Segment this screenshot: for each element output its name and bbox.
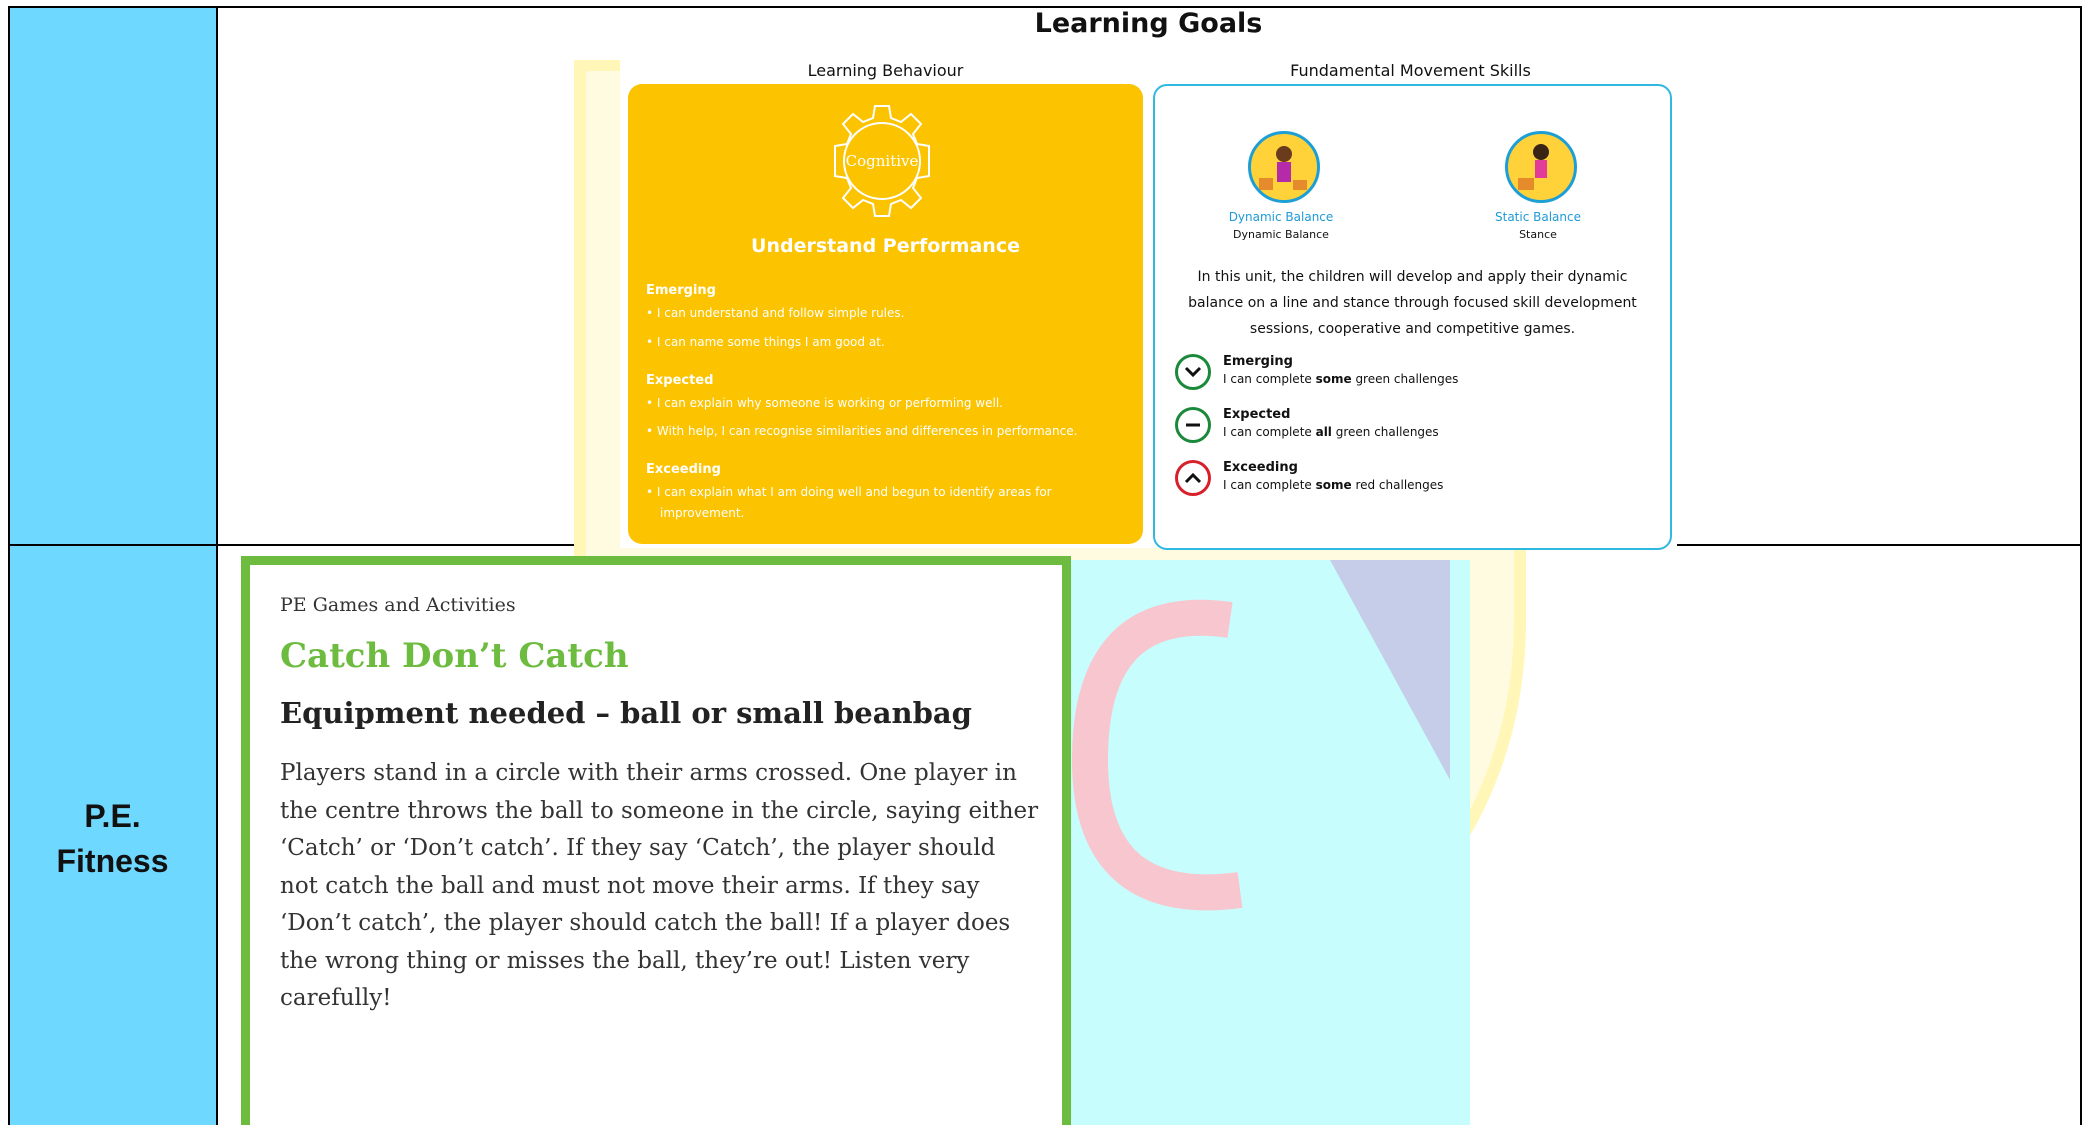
subject-line1: P.E.	[84, 798, 141, 834]
learning-goals-title: Learning Goals	[1034, 8, 1263, 39]
subject-label: P.E. Fitness	[10, 794, 215, 884]
chevron-up-icon	[1175, 460, 1211, 496]
activity-instructions: Players stand in a circle with their arm…	[280, 760, 1039, 1011]
level-text-expected: I can complete all green challenges	[1223, 425, 1439, 439]
behaviour-heading-exceeding: Exceeding	[646, 462, 721, 477]
learning-behaviour-header: Learning Behaviour	[807, 61, 964, 80]
learning-behaviour-card: Cognitive Understand Performance Emergin…	[628, 84, 1143, 544]
behaviour-item: I can explain why someone is working or …	[646, 393, 1003, 414]
subject-line2: Fitness	[56, 843, 169, 879]
static-balance-icon	[1505, 131, 1577, 203]
behaviour-heading-expected: Expected	[646, 373, 714, 388]
equipment-needed: Equipment needed – ball or small beanbag	[280, 696, 972, 730]
fms-description: In this unit, the children will develop …	[1188, 269, 1637, 337]
gear-label: Cognitive	[846, 152, 919, 170]
fms-card: Dynamic Balance Dynamic Balance Static B…	[1153, 84, 1672, 550]
dynamic-balance-sub: Dynamic Balance	[1233, 228, 1329, 241]
behaviour-item: With help, I can recognise similarities …	[646, 421, 1078, 442]
fms-header: Fundamental Movement Skills	[1290, 61, 1531, 80]
understand-performance-title: Understand Performance	[751, 235, 1020, 257]
level-text-emerging: I can complete some green challenges	[1223, 372, 1459, 386]
static-balance-label: Static Balance	[1495, 210, 1581, 224]
dynamic-balance-label: Dynamic Balance	[1228, 210, 1334, 224]
static-balance-sub: Stance	[1519, 228, 1557, 241]
table-border-col	[216, 6, 218, 1125]
dynamic-balance-icon	[1248, 131, 1320, 203]
pe-category: PE Games and Activities	[280, 594, 516, 616]
behaviour-heading-emerging: Emerging	[646, 283, 716, 298]
level-heading-exceeding: Exceeding	[1223, 460, 1298, 475]
behaviour-item: I can understand and follow simple rules…	[646, 303, 905, 324]
minus-icon	[1175, 407, 1211, 443]
chevron-down-icon	[1175, 354, 1211, 390]
level-heading-expected: Expected	[1223, 407, 1291, 422]
behaviour-item-continued: improvement.	[660, 506, 745, 520]
subject-cell-top	[10, 8, 217, 544]
level-text-exceeding: I can complete some red challenges	[1223, 478, 1444, 492]
cognitive-gear-icon: Cognitive	[834, 105, 930, 217]
behaviour-item: I can explain what I am doing well and b…	[646, 482, 1052, 503]
table-border-right	[2080, 6, 2082, 1125]
behaviour-item: I can name some things I am good at.	[646, 332, 885, 353]
table-border-left	[8, 6, 10, 1125]
level-heading-emerging: Emerging	[1223, 354, 1293, 369]
activity-title: Catch Don’t Catch	[280, 636, 629, 676]
learning-goals-panel: Learning Goals Learning Behaviour Fundam…	[620, 8, 1677, 550]
